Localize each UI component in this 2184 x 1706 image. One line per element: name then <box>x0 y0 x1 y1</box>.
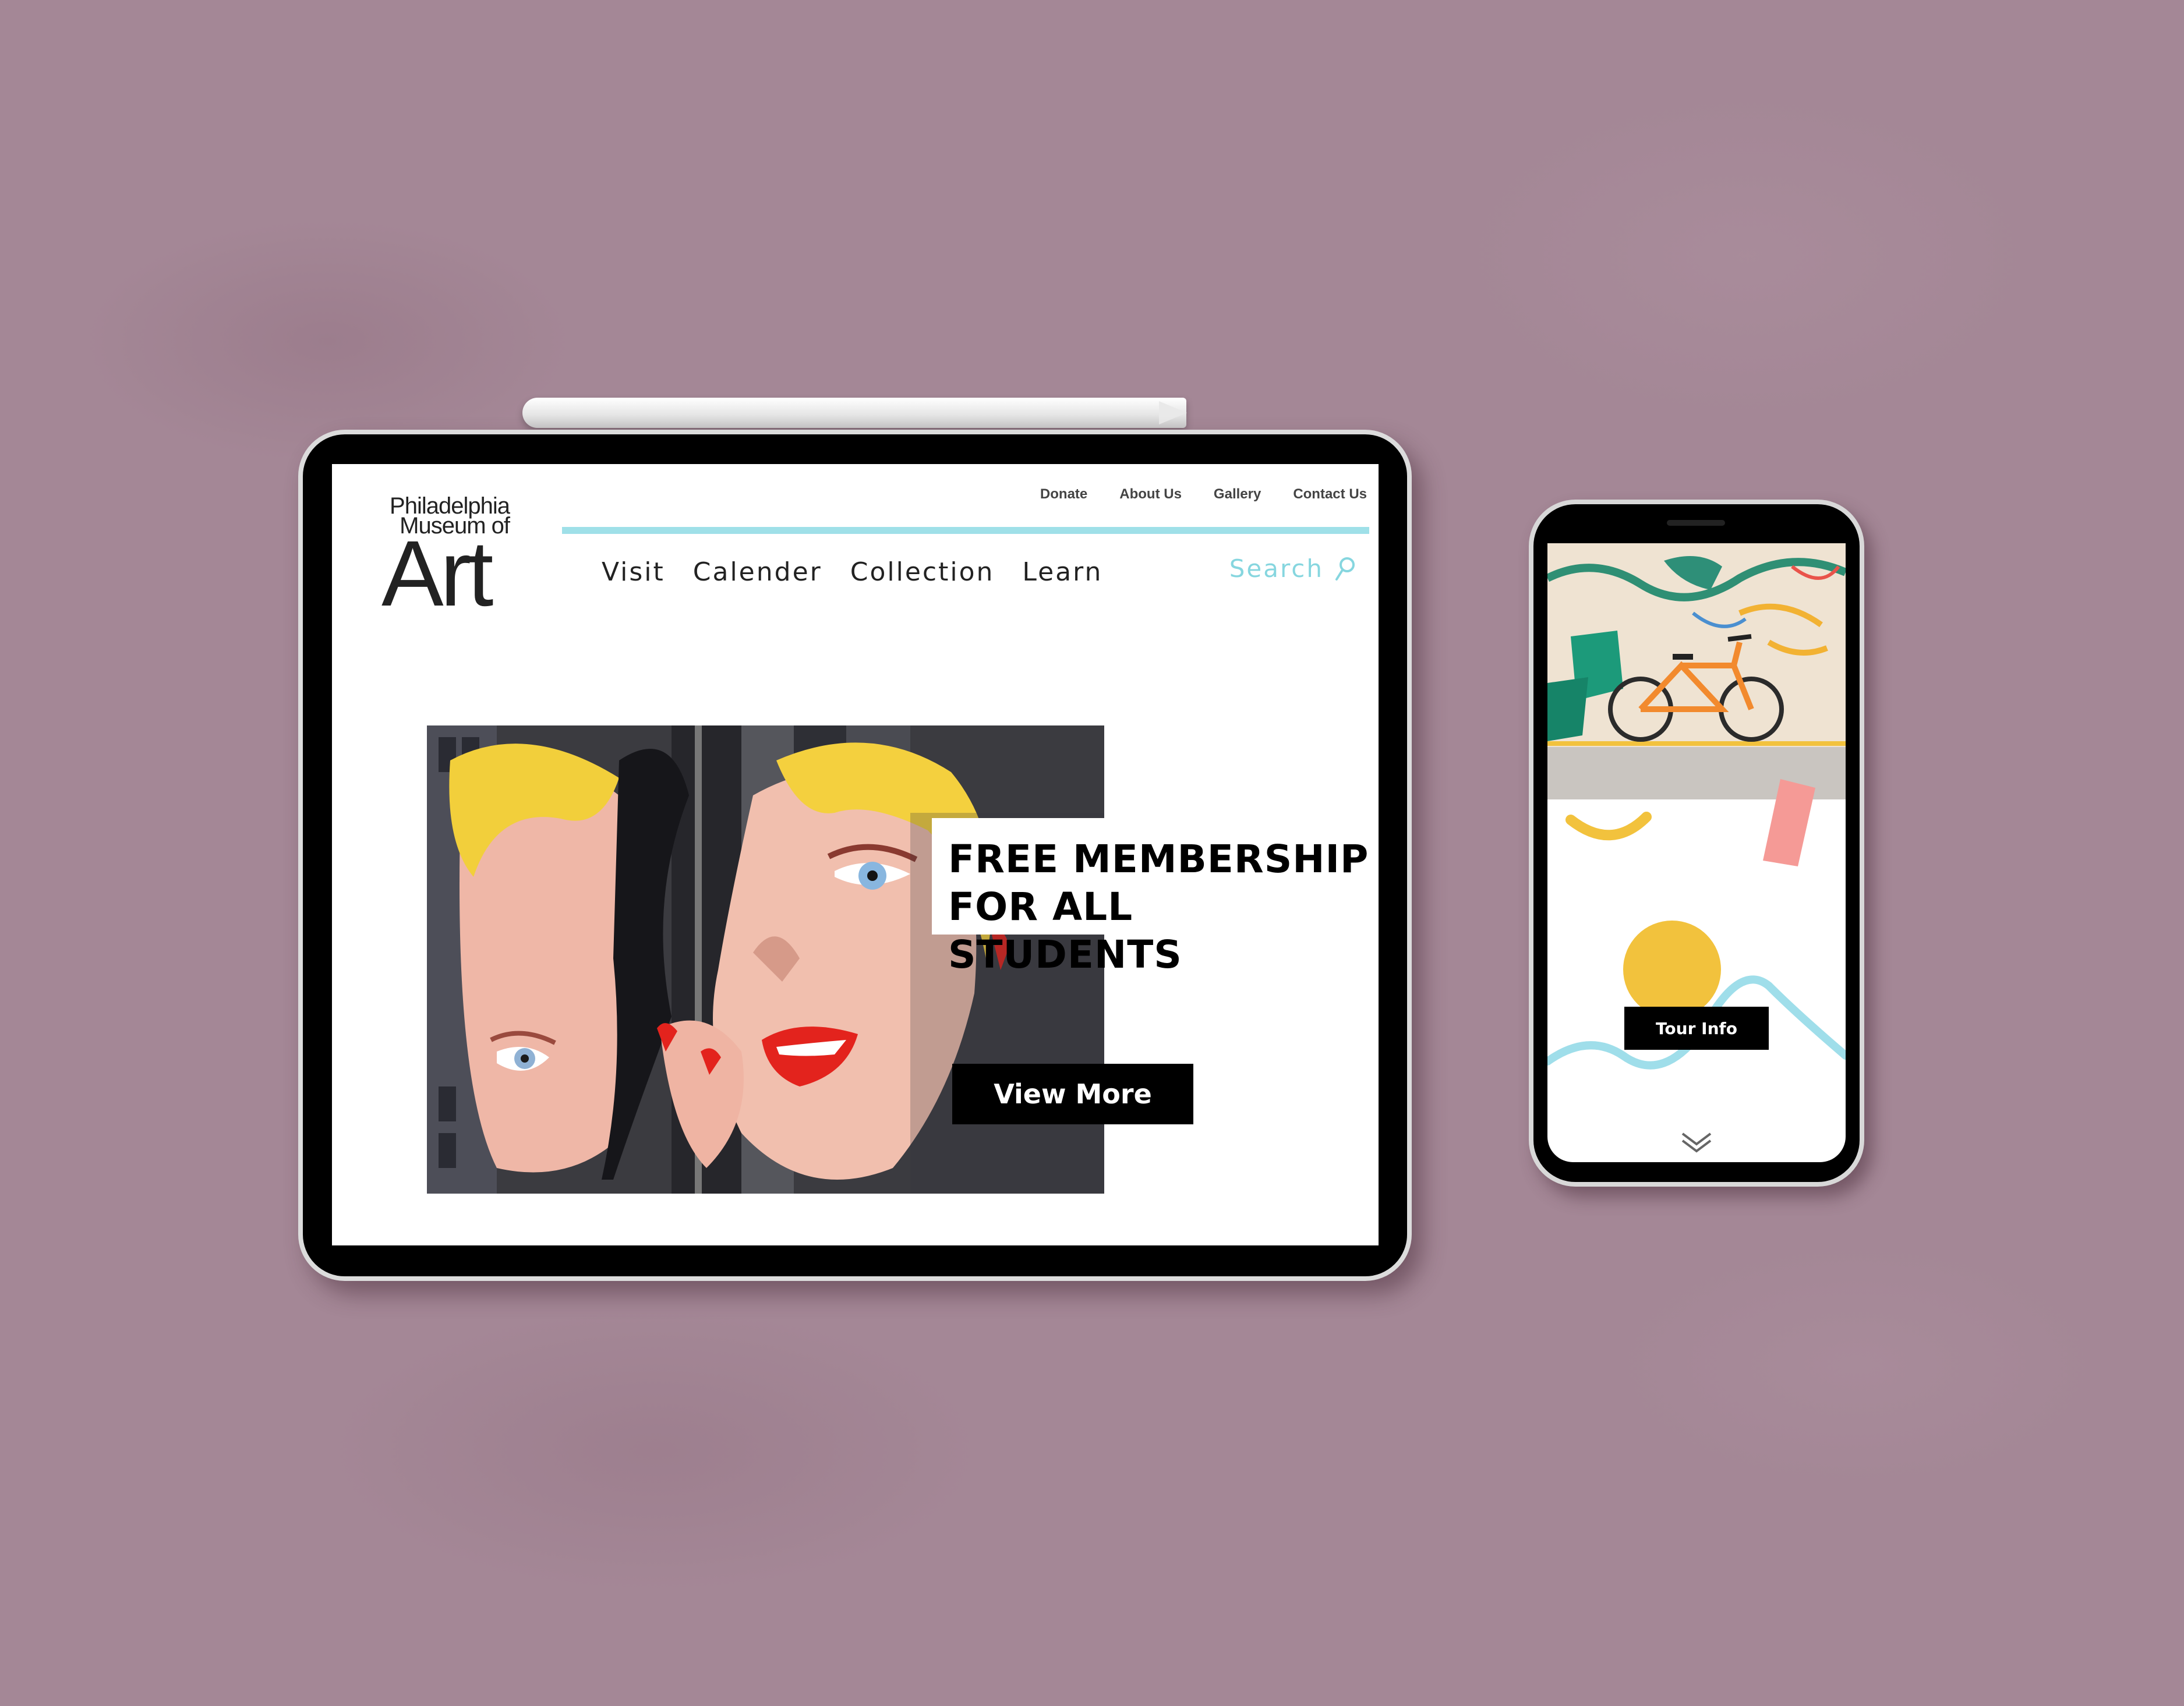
main-nav-collection[interactable]: Collection <box>850 557 995 587</box>
utility-nav-donate[interactable]: Donate <box>1040 486 1087 502</box>
phone-screen: Tour Info <box>1547 543 1846 1162</box>
view-more-label-wrap: View More <box>991 1078 1154 1110</box>
logo-line-3: Art <box>381 521 493 625</box>
tour-info-label: Tour Info <box>1656 1018 1737 1038</box>
phone-hero-illustration <box>1547 543 1846 1070</box>
utility-nav-contact-us[interactable]: Contact Us <box>1293 486 1367 502</box>
promo-headline-line-1: FREE MEMBERSHIP <box>948 837 1369 882</box>
tour-info-button[interactable]: Tour Info <box>1624 1007 1769 1050</box>
phone-speaker <box>1667 520 1725 526</box>
main-nav-learn[interactable]: Learn <box>1022 557 1102 587</box>
stylus-tip <box>1159 401 1187 424</box>
utility-nav: Donate About Us Gallery Contact Us <box>1040 486 1367 502</box>
tour-info-label-wrap: Tour Info <box>1652 1018 1741 1038</box>
chevron-down-icon[interactable] <box>1680 1130 1713 1153</box>
search-button[interactable]: Search <box>1229 554 1356 583</box>
view-more-button[interactable]: View More <box>952 1064 1193 1124</box>
utility-nav-gallery[interactable]: Gallery <box>1214 486 1261 502</box>
search-label: Search <box>1229 554 1324 583</box>
main-nav-calender[interactable]: Calender <box>693 557 822 587</box>
museum-logo[interactable]: Philadelphia Museum of Art <box>381 494 510 625</box>
tablet-screen: Philadelphia Museum of Art Donate About … <box>332 464 1379 1245</box>
stylus-pencil <box>522 398 1186 428</box>
membership-promo: FREE MEMBERSHIP FOR ALL STUDENTS <box>932 818 1374 977</box>
nav-divider-bar <box>562 527 1369 534</box>
main-nav: Visit Calender Collection Learn <box>602 557 1102 587</box>
utility-nav-about-us[interactable]: About Us <box>1119 486 1182 502</box>
promo-headline-line-2: FOR ALL STUDENTS <box>948 884 1182 977</box>
view-more-label: View More <box>994 1078 1152 1110</box>
main-nav-visit[interactable]: Visit <box>602 557 665 587</box>
search-icon <box>1335 557 1355 581</box>
